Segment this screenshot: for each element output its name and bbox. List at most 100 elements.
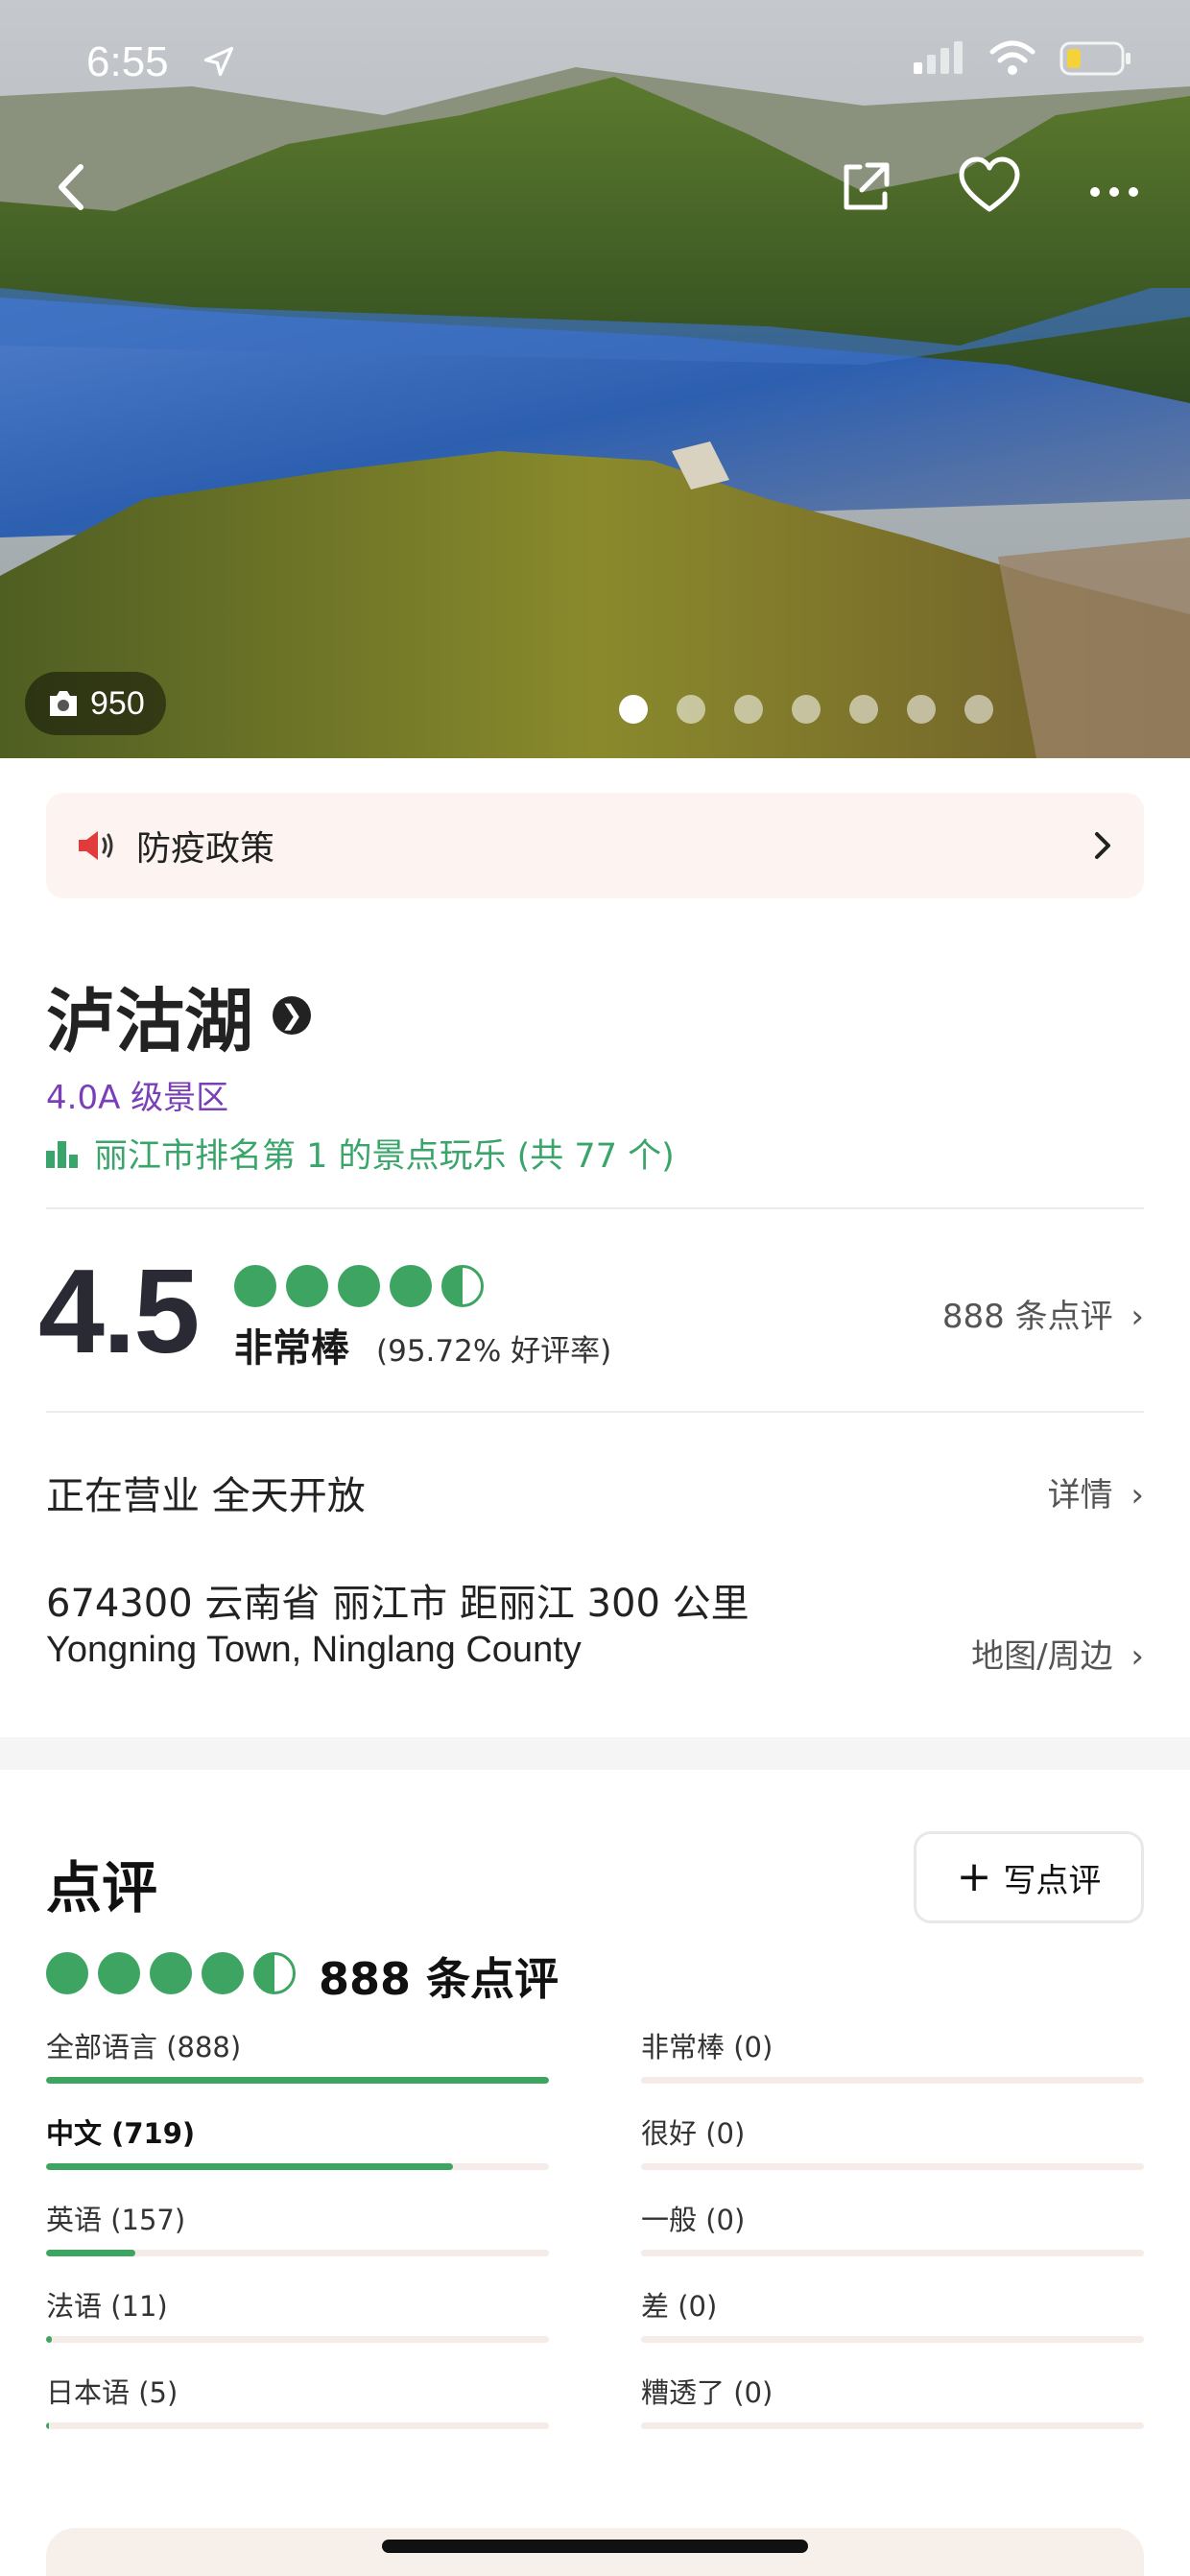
ranking-text: 丽江市排名第 1 的景点玩乐 (共 77 个) [94,1137,675,1176]
map-link-text: 地图/周边 [971,1637,1113,1676]
carousel-dot[interactable] [907,695,936,724]
filter-bar-track [46,2077,549,2084]
reviews-heading: 点评 [46,1855,158,1920]
filter-bar-fill [46,2250,135,2256]
ranking-bar-icon [46,1140,78,1168]
rating-circle-icon [150,1952,192,1994]
carousel-dots [619,695,993,724]
filter-bar-fill [46,2422,50,2429]
filter-bar-track [641,2077,1144,2084]
filter-label: 中文 (719) [46,2117,196,2150]
review-count-text: 888 条点评 [941,1298,1113,1336]
rating-circle-icon [253,1952,296,1994]
wifi-icon [989,40,1035,75]
review-filter-item[interactable]: 非常棒 (0) [641,2025,1144,2084]
rating-circle-icon [286,1265,328,1307]
back-icon[interactable] [38,154,106,221]
camera-icon [50,691,77,716]
filter-bar-track [46,2250,549,2256]
photo-count-value: 950 [90,684,145,722]
carousel-dot[interactable] [849,695,878,724]
review-count-link[interactable]: 888 条点评 › [942,1290,1144,1337]
carousel-dot[interactable] [792,695,821,724]
epidemic-policy-banner[interactable]: 防疫政策 [46,793,1144,898]
filter-bar-track [641,2336,1144,2343]
write-review-label: 写点评 [1003,1861,1102,1900]
status-time: 6:55 [86,38,169,85]
review-filter-item[interactable]: 法语 (11) [46,2284,549,2343]
hours-detail-link[interactable]: 详情 › [1048,1468,1144,1515]
review-filter-item[interactable]: 全部语言 (888) [46,2025,549,2084]
carousel-dot[interactable] [619,695,648,724]
status-icons [912,40,1132,77]
filter-bar-track [46,2336,549,2343]
review-filter-item[interactable]: 中文 (719) [46,2111,549,2170]
arrow-circle-icon: ❯ [273,995,312,1035]
map-nearby-link[interactable]: 地图/周边 › [971,1630,1144,1677]
photo-count-badge[interactable]: 950 [25,672,166,735]
review-rating-circles [46,1952,296,1994]
rating-circle-icon [98,1952,140,1994]
review-filter-item[interactable]: 英语 (157) [46,2198,549,2256]
hero-photo[interactable]: 6:55 950 [0,0,1190,758]
address-line-1: 674300 云南省 丽江市 距丽江 300 公里 [46,1582,750,1626]
megaphone-icon [79,831,113,860]
rating-circles [234,1265,484,1307]
filter-label: 英语 (157) [46,2204,186,2236]
chevron-right-icon: › [1130,1476,1144,1515]
filter-bar-track [641,2163,1144,2170]
more-options-icon[interactable] [1081,154,1148,221]
carousel-dot[interactable] [677,695,705,724]
filter-label: 很好 (0) [641,2117,746,2150]
filter-bar-fill [46,2077,549,2084]
share-icon[interactable] [831,154,898,221]
review-filter-item[interactable]: 差 (0) [641,2284,1144,2343]
filter-label: 糟透了 (0) [641,2376,774,2409]
review-filter-item[interactable]: 糟透了 (0) [641,2371,1144,2429]
filter-bar-track [46,2163,549,2170]
chevron-right-icon [1095,832,1110,859]
chevron-right-icon: › [1130,1298,1144,1336]
rating-circle-icon [46,1952,88,1994]
carousel-dot[interactable] [964,695,993,724]
filter-bar-fill [46,2163,454,2170]
filter-bar-track [641,2422,1144,2429]
ranking-link[interactable]: 丽江市排名第 1 的景点玩乐 (共 77 个) [46,1129,675,1178]
review-filter-item[interactable]: 一般 (0) [641,2198,1144,2256]
filter-label: 日本语 (5) [46,2376,178,2409]
chevron-right-icon: › [1130,1637,1144,1676]
review-filter-item[interactable]: 日本语 (5) [46,2371,549,2429]
detail-text: 详情 [1047,1476,1113,1515]
divider [46,1411,1144,1413]
home-indicator [382,2540,808,2553]
rating-circle-icon [338,1265,380,1307]
favorite-heart-icon[interactable] [956,154,1023,221]
place-title[interactable]: 泸沽湖 ❯ [46,965,312,1065]
filter-label: 非常棒 (0) [641,2031,774,2063]
rating-circle-icon [390,1265,432,1307]
positive-rate: (95.72% 好评率) [376,1334,612,1369]
filter-label: 法语 (11) [46,2290,168,2323]
filter-bar-track [46,2422,549,2429]
plus-icon: + [956,1852,992,1901]
signal-icon [914,41,963,74]
battery-icon [1059,41,1130,76]
filter-bar-fill [46,2336,53,2343]
opening-status: 正在营业 全天开放 [46,1474,366,1518]
rating-circle-icon [441,1265,484,1307]
write-review-button[interactable]: + 写点评 [914,1831,1144,1923]
location-arrow-icon [203,46,234,77]
review-filter-item[interactable]: 很好 (0) [641,2111,1144,2170]
notice-label: 防疫政策 [136,829,275,869]
rating-circle-icon [202,1952,244,1994]
filter-bar-track [641,2250,1144,2256]
divider [46,1207,1144,1209]
review-total: 888 条点评 [319,1953,559,2005]
filter-label: 差 (0) [641,2290,718,2323]
section-separator [0,1737,1190,1770]
scenic-grade: 4.0A 级景区 [46,1079,229,1117]
lake-landscape-image [0,0,1190,758]
rating-verdict: 非常棒 [234,1326,349,1371]
carousel-dot[interactable] [734,695,763,724]
filter-label: 一般 (0) [641,2204,746,2236]
